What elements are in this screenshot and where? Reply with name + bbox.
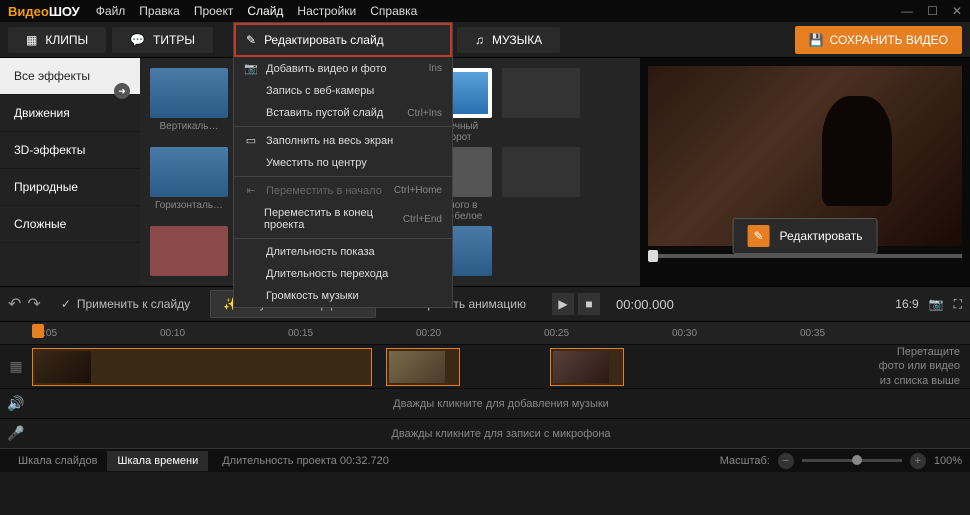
tab-slide-scale[interactable]: Шкала слайдов [8, 451, 107, 471]
menu-settings[interactable]: Настройки [297, 4, 356, 18]
video-track: ▦ Перетащите фото или видео из списка вы… [0, 344, 970, 388]
maximize-icon[interactable]: ☐ [927, 4, 938, 18]
controls-bar: ↶ ↷ ✓ Применить к слайду ✨ Случайные эфф… [0, 286, 970, 322]
pencil-icon: ✎ [748, 225, 770, 247]
dd-empty-slide[interactable]: Вставить пустой слайдCtrl+Ins [234, 102, 452, 124]
zoom-in-button[interactable]: + [910, 453, 926, 469]
fullscreen-icon[interactable]: ⛶ [954, 297, 962, 312]
menu-file[interactable]: Файл [96, 4, 126, 18]
minimize-icon[interactable]: — [901, 4, 913, 18]
stop-button[interactable]: ■ [578, 293, 600, 315]
dd-webcam[interactable]: Запись с веб-камеры [234, 80, 452, 102]
camera-icon[interactable]: 📷 [929, 297, 944, 311]
effect-thumb[interactable] [150, 226, 228, 276]
app-logo: ВидеоШОУ [8, 4, 80, 19]
dd-duration[interactable]: Длительность показа [234, 241, 452, 263]
zoom-label: Масштаб: [720, 455, 770, 467]
timeline-ruler[interactable]: 00:05 00:10 00:15 00:20 00:25 00:30 00:3… [0, 322, 970, 344]
zoom-out-button[interactable]: − [778, 453, 794, 469]
effect-thumb[interactable]: Горизонталь… [150, 147, 228, 222]
toolbar: ▦ КЛИПЫ 💬 ТИТРЫ ♫ МУЗЫКА 💾 СОХРАНИТЬ ВИД… [0, 22, 970, 58]
timecode: 00:00.000 [616, 297, 674, 312]
dd-volume[interactable]: Громкость музыки [234, 285, 452, 307]
menu-project[interactable]: Проект [194, 4, 234, 18]
video-track-icon: ▦ [0, 358, 32, 375]
footer: Шкала слайдов Шкала времени Длительность… [0, 448, 970, 472]
sidebar-complex[interactable]: Сложные [0, 206, 140, 243]
dd-fullscreen[interactable]: ▭Заполнить на весь экран [234, 129, 452, 152]
main-area: Все эффекты Движения 3D-эффекты Природны… [0, 58, 970, 286]
zoom-value: 100% [934, 455, 962, 467]
dd-add-media[interactable]: 📷Добавить видео и фотоIns [234, 57, 452, 80]
dd-transition[interactable]: Длительность перехода [234, 263, 452, 285]
close-icon[interactable]: ✕ [952, 4, 962, 18]
titlebar: ВидеоШОУ Файл Правка Проект Слайд Настро… [0, 0, 970, 22]
effects-sidebar: Все эффекты Движения 3D-эффекты Природны… [0, 58, 140, 286]
apply-to-slide-button[interactable]: ✓ Применить к слайду [49, 291, 202, 317]
save-video-button[interactable]: 💾 СОХРАНИТЬ ВИДЕО [795, 26, 962, 54]
dd-center[interactable]: Уместить по центру [234, 152, 452, 174]
timeline-clip[interactable] [386, 348, 460, 386]
music-icon: ♫ [475, 33, 484, 47]
effect-thumb[interactable]: Вертикаль… [150, 68, 228, 143]
menu-help[interactable]: Справка [370, 4, 417, 18]
sidebar-all-effects[interactable]: Все эффекты [0, 58, 140, 95]
speech-icon: 💬 [130, 33, 145, 47]
slide-dropdown: ✎ Редактировать слайд 📷Добавить видео и … [233, 22, 453, 308]
save-icon: 💾 [809, 33, 824, 47]
zoom-slider[interactable] [802, 459, 902, 462]
project-duration: Длительность проекта 00:32.720 [222, 455, 389, 467]
playhead[interactable] [32, 324, 44, 338]
aspect-ratio[interactable]: 16:9 [895, 297, 918, 311]
play-button[interactable]: ▶ [552, 293, 574, 315]
sidebar-3d[interactable]: 3D-эффекты [0, 132, 140, 169]
dd-move-end[interactable]: Переместить в конец проектаCtrl+End [234, 202, 452, 236]
sidebar-motion[interactable]: Движения [0, 95, 140, 132]
sidebar-nature[interactable]: Природные [0, 169, 140, 206]
audio-track[interactable]: 🔊 Дважды кликните для добавления музыки [0, 388, 970, 418]
preview-panel: ✎ Редактировать [640, 58, 970, 286]
move-start-icon: ⇤ [244, 184, 258, 197]
check-icon: ✓ [61, 297, 71, 311]
effect-thumb[interactable] [502, 147, 580, 222]
timeline: 00:05 00:10 00:15 00:20 00:25 00:30 00:3… [0, 322, 970, 448]
effect-thumb[interactable] [502, 68, 580, 143]
menu-slide[interactable]: Слайд [247, 4, 283, 18]
dd-move-start: ⇤Переместить в началоCtrl+Home [234, 179, 452, 202]
mic-track[interactable]: 🎤 Дважды кликните для записи с микрофона [0, 418, 970, 448]
timeline-clip[interactable] [32, 348, 372, 386]
music-button[interactable]: ♫ МУЗЫКА [457, 27, 560, 53]
edit-slide-button[interactable]: ✎ Редактировать [733, 218, 878, 254]
window-controls: — ☐ ✕ [901, 4, 962, 18]
speaker-icon: 🔊 [0, 395, 32, 412]
camera-icon: 📷 [244, 62, 258, 75]
menu-edit[interactable]: Правка [139, 4, 180, 18]
pencil-icon: ✎ [246, 33, 256, 47]
fullscreen-icon: ▭ [244, 134, 258, 147]
timeline-hint: Перетащите фото или видео из списка выше [879, 345, 960, 388]
undo-icon[interactable]: ↶ [8, 294, 21, 314]
preview-seek[interactable] [648, 254, 962, 258]
film-icon: ▦ [26, 33, 37, 47]
clips-button[interactable]: ▦ КЛИПЫ [8, 27, 106, 53]
dropdown-edit-slide[interactable]: ✎ Редактировать слайд [234, 23, 452, 57]
redo-icon[interactable]: ↷ [27, 294, 40, 314]
menu-bar: Файл Правка Проект Слайд Настройки Справ… [96, 4, 418, 18]
tab-timeline[interactable]: Шкала времени [107, 451, 208, 471]
mic-icon: 🎤 [0, 425, 32, 442]
timeline-clip[interactable] [550, 348, 624, 386]
titles-button[interactable]: 💬 ТИТРЫ [112, 27, 213, 53]
